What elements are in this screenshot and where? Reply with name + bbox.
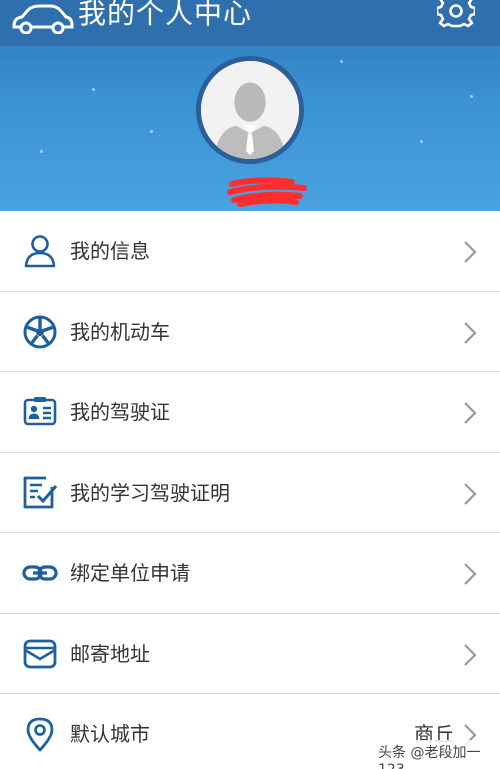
chevron-right-icon bbox=[464, 402, 477, 424]
menu-item-my-license[interactable]: 我的驾驶证 bbox=[0, 372, 500, 453]
profile-header: 我的个人中心 bbox=[0, 0, 500, 211]
menu-item-label: 我的驾驶证 bbox=[70, 400, 170, 424]
sky-dot bbox=[420, 140, 423, 143]
checklist-icon bbox=[23, 476, 58, 508]
menu-item-label: 我的机动车 bbox=[70, 319, 170, 344]
car-outline-icon bbox=[12, 4, 74, 34]
steering-wheel-icon bbox=[23, 315, 57, 348]
sky-dot bbox=[40, 150, 43, 153]
menu-item-my-vehicle[interactable]: 我的机动车 bbox=[0, 291, 500, 372]
menu-item-label: 默认城市 bbox=[70, 722, 150, 746]
sky-dot bbox=[340, 60, 343, 63]
id-card-icon bbox=[23, 397, 57, 426]
menu-item-bind-unit[interactable]: 绑定单位申请 bbox=[0, 533, 500, 614]
default-user-avatar-icon bbox=[201, 61, 299, 159]
chevron-right-icon bbox=[464, 563, 477, 585]
menu-item-label: 我的信息 bbox=[70, 239, 150, 263]
sky-dot bbox=[150, 130, 153, 133]
menu-item-label: 绑定单位申请 bbox=[70, 561, 190, 585]
person-icon bbox=[24, 235, 56, 268]
redacted-username bbox=[227, 177, 307, 207]
mailbox-icon bbox=[23, 639, 57, 668]
avatar[interactable] bbox=[196, 56, 304, 164]
gear-icon[interactable] bbox=[437, 0, 475, 32]
chevron-right-icon bbox=[464, 643, 477, 666]
menu-item-mailing-address[interactable]: 邮寄地址 bbox=[0, 613, 500, 694]
watermark: 头条 @老段加一123 bbox=[374, 740, 500, 769]
location-pin-icon bbox=[26, 717, 54, 752]
menu-list: 我的信息 我的机动车 我的驾驶证 我的学习驾驶证明 绑定单位申请 邮寄地址 默认… bbox=[0, 211, 500, 769]
page-title: 我的个人中心 bbox=[78, 0, 253, 30]
sky-dot bbox=[92, 88, 95, 91]
chevron-right-icon bbox=[464, 321, 477, 344]
chevron-right-icon bbox=[464, 241, 477, 263]
menu-item-my-info[interactable]: 我的信息 bbox=[0, 211, 500, 292]
sky-dot bbox=[470, 95, 473, 98]
menu-item-label: 我的学习驾驶证明 bbox=[70, 480, 230, 505]
menu-item-label: 邮寄地址 bbox=[70, 641, 150, 666]
link-icon bbox=[22, 565, 58, 581]
menu-item-learning-permit[interactable]: 我的学习驾驶证明 bbox=[0, 452, 500, 533]
chevron-right-icon bbox=[464, 482, 477, 505]
title-bar: 我的个人中心 bbox=[0, 0, 500, 46]
